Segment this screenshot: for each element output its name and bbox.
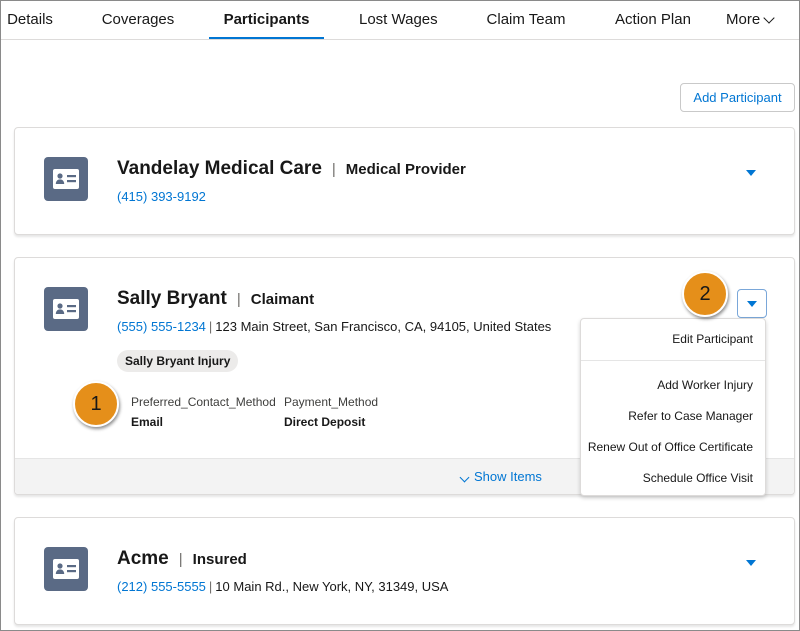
participant-role: Claimant xyxy=(250,291,315,308)
caret-down-icon[interactable] xyxy=(746,170,756,176)
separator: | xyxy=(331,161,336,178)
show-items-label: Show Items xyxy=(474,469,542,484)
participant-name: Vandelay Medical Care xyxy=(117,158,322,179)
tab-more-label: More xyxy=(726,11,761,28)
participant-actions-button[interactable] xyxy=(737,289,767,318)
participant-contact: (212) 555-5555 | 10 Main Rd., New York, NY… xyxy=(117,579,448,594)
participant-address: 10 Main Rd., New York, NY, 31349, USA xyxy=(215,579,449,594)
menu-item-refer-to-case-manager[interactable]: Refer to Case Manager xyxy=(628,409,753,423)
menu-divider xyxy=(581,360,765,361)
field-value-payment-method: Direct Deposit xyxy=(284,415,366,429)
caret-down-icon xyxy=(747,301,757,307)
participant-contact: (555) 555-1234 | 123 Main Street, San Fran… xyxy=(117,319,551,334)
participant-card-vandelay: Vandelay Medical Care | Medical Provider (… xyxy=(14,127,795,235)
menu-item-renew-certificate[interactable]: Renew Out of Office Certificate xyxy=(588,440,753,454)
field-value-contact-method: Email xyxy=(131,415,164,429)
show-items-link[interactable]: Show Items xyxy=(459,469,542,484)
participant-name: Acme xyxy=(117,548,169,569)
field-label-payment-method: Payment_Method xyxy=(284,395,379,409)
tab-details[interactable]: Details xyxy=(7,1,53,39)
chevron-down-icon xyxy=(763,11,775,24)
separator: | xyxy=(236,291,241,308)
phone-link[interactable]: (212) 555-5555 xyxy=(117,579,206,594)
chevron-down-icon xyxy=(459,472,470,483)
participant-role: Insured xyxy=(192,551,247,568)
participant-contact: (415) 393-9192 xyxy=(117,189,206,204)
add-participant-button[interactable]: Add Participant xyxy=(680,83,795,112)
contact-card-icon xyxy=(44,547,88,591)
participant-actions-menu: Edit Participant Add Worker Injury Refer… xyxy=(580,318,766,496)
related-item-pill[interactable]: Sally Bryant Injury xyxy=(117,350,239,372)
menu-item-schedule-office-visit[interactable]: Schedule Office Visit xyxy=(643,471,753,485)
participant-name-line: Acme | Insured xyxy=(117,548,247,570)
participant-name-line: Vandelay Medical Care | Medical Provider xyxy=(117,158,466,180)
participant-name: Sally Bryant xyxy=(117,288,227,309)
field-label-contact-method: Preferred_Contact_Method xyxy=(131,395,276,409)
callout-badge-1: 1 xyxy=(73,381,119,427)
caret-down-icon[interactable] xyxy=(746,560,756,566)
contact-card-icon xyxy=(44,157,88,201)
tab-participants[interactable]: Participants xyxy=(209,1,324,39)
tab-more[interactable]: More xyxy=(726,1,776,39)
participant-role: Medical Provider xyxy=(345,161,466,178)
tab-lost-wages[interactable]: Lost Wages xyxy=(359,1,438,39)
participant-address: 123 Main Street, San Francisco, CA, 9410… xyxy=(215,319,552,334)
callout-badge-2: 2 xyxy=(682,271,728,317)
separator: | xyxy=(208,319,213,334)
tab-bar: Details Coverages Participants Lost Wage… xyxy=(1,1,799,40)
participant-name-line: Sally Bryant | Claimant xyxy=(117,288,314,310)
menu-item-edit-participant[interactable]: Edit Participant xyxy=(672,332,753,346)
separator: | xyxy=(208,579,213,594)
contact-card-icon xyxy=(44,287,88,331)
tab-action-plan[interactable]: Action Plan xyxy=(613,1,693,39)
phone-link[interactable]: (415) 393-9192 xyxy=(117,189,206,204)
phone-link[interactable]: (555) 555-1234 xyxy=(117,319,206,334)
tab-claim-team[interactable]: Claim Team xyxy=(486,1,566,39)
participant-card-acme: Acme | Insured (212) 555-5555 | 10 Main Rd.,… xyxy=(14,517,795,625)
tab-coverages[interactable]: Coverages xyxy=(101,1,175,39)
separator: | xyxy=(178,551,183,568)
menu-item-add-worker-injury[interactable]: Add Worker Injury xyxy=(657,378,753,392)
